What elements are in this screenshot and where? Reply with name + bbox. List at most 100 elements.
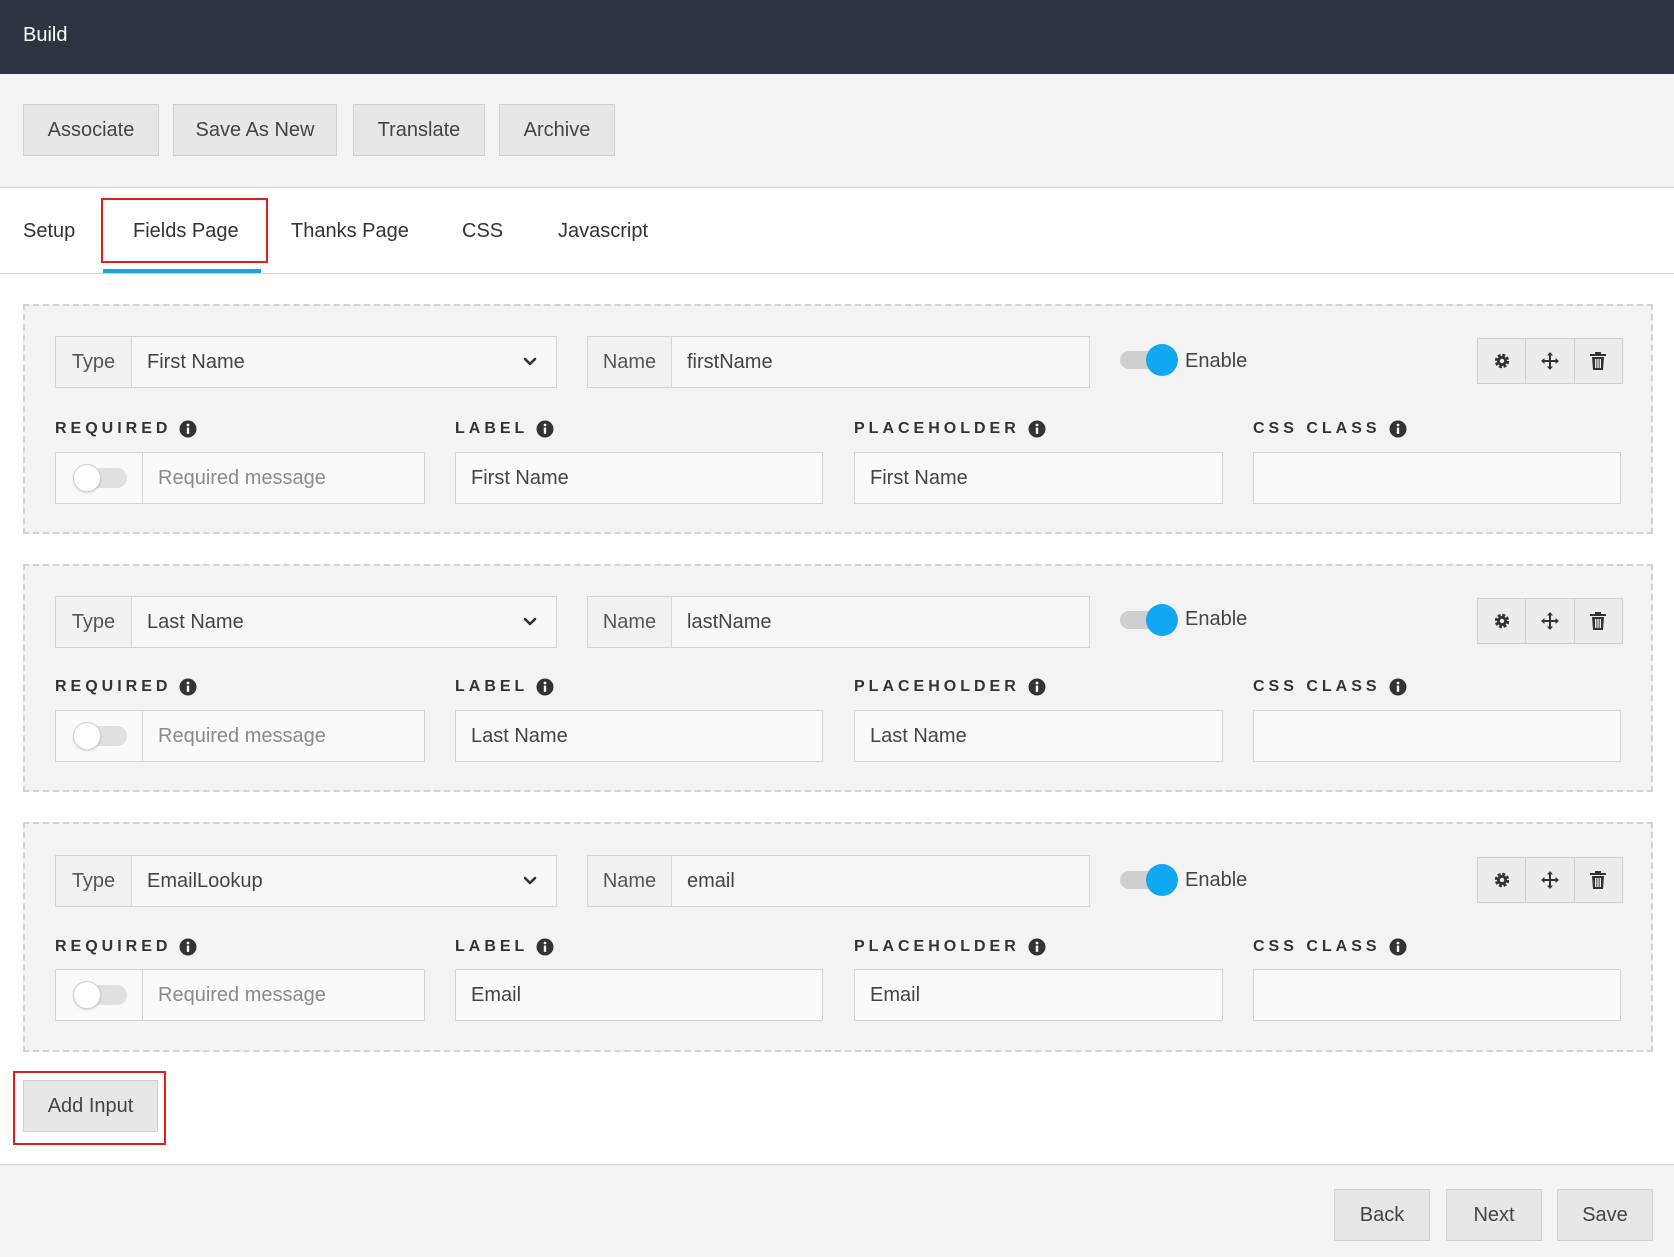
trash-icon[interactable] <box>1575 339 1622 383</box>
tab-bar: Setup Fields Page Thanks Page CSS Javasc… <box>0 188 1674 274</box>
info-icon <box>536 420 554 438</box>
type-select[interactable]: Type EmailLookup <box>55 855 557 907</box>
type-addon-label: Type <box>56 597 132 647</box>
required-group: Required message <box>55 452 425 504</box>
associate-button[interactable]: Associate <box>23 104 159 156</box>
css-class-label: CSS CLASS <box>1253 938 1407 956</box>
tab-thanks-page[interactable]: Thanks Page <box>291 188 409 274</box>
archive-button[interactable]: Archive <box>499 104 615 156</box>
field-actions <box>1477 338 1623 384</box>
css-class-label: CSS CLASS <box>1253 678 1407 696</box>
info-icon <box>536 938 554 956</box>
info-icon <box>1389 938 1407 956</box>
info-icon <box>1028 938 1046 956</box>
type-select-value: Last Name <box>147 610 244 633</box>
name-input[interactable]: lastName <box>672 597 1089 647</box>
chevron-down-icon <box>523 617 537 626</box>
trash-icon[interactable] <box>1575 599 1622 643</box>
translate-button[interactable]: Translate <box>353 104 485 156</box>
name-input-group[interactable]: Name email <box>587 855 1090 907</box>
label-label: LABEL <box>455 678 554 696</box>
css-class-input[interactable] <box>1253 710 1621 762</box>
placeholder-label: PLACEHOLDER <box>854 678 1046 696</box>
placeholder-input[interactable]: Email <box>854 969 1223 1021</box>
field-actions <box>1477 598 1623 644</box>
required-toggle[interactable] <box>56 970 143 1020</box>
type-select-value: EmailLookup <box>147 869 263 892</box>
toolbar: Associate Save As New Translate Archive <box>0 74 1674 188</box>
field-card-email: Type EmailLookup Name email Enable REQUI… <box>23 822 1653 1052</box>
required-message-input[interactable]: Required message <box>143 711 424 761</box>
add-input-button[interactable]: Add Input <box>23 1080 158 1132</box>
placeholder-label: PLACEHOLDER <box>854 938 1046 956</box>
name-input-group[interactable]: Name lastName <box>587 596 1090 648</box>
type-select-value: First Name <box>147 350 245 373</box>
gear-icon[interactable] <box>1478 858 1527 902</box>
gear-icon[interactable] <box>1478 339 1527 383</box>
name-input-group[interactable]: Name firstName <box>587 336 1090 388</box>
info-icon <box>536 678 554 696</box>
required-group: Required message <box>55 969 425 1021</box>
label-label: LABEL <box>455 938 554 956</box>
enable-label: Enable <box>1185 350 1248 372</box>
required-label: REQUIRED <box>55 420 197 438</box>
enable-label: Enable <box>1185 608 1248 630</box>
info-icon <box>179 420 197 438</box>
label-input[interactable]: First Name <box>455 452 823 504</box>
field-card-first-name: Type First Name Name firstName Enable RE… <box>23 304 1653 534</box>
name-addon-label: Name <box>588 597 672 647</box>
required-message-input[interactable]: Required message <box>143 970 424 1020</box>
placeholder-label: PLACEHOLDER <box>854 420 1046 438</box>
enable-toggle[interactable] <box>1120 344 1178 376</box>
back-button[interactable]: Back <box>1334 1189 1430 1241</box>
required-toggle[interactable] <box>56 453 143 503</box>
active-tab-indicator <box>103 269 261 273</box>
gear-icon[interactable] <box>1478 599 1527 643</box>
type-addon-label: Type <box>56 337 132 387</box>
save-button[interactable]: Save <box>1557 1189 1653 1241</box>
css-class-label: CSS CLASS <box>1253 420 1407 438</box>
field-card-last-name: Type Last Name Name lastName Enable REQU… <box>23 564 1653 792</box>
label-input[interactable]: Last Name <box>455 710 823 762</box>
info-icon <box>1028 420 1046 438</box>
tab-css[interactable]: CSS <box>462 188 503 274</box>
app-header: Build <box>0 0 1674 74</box>
info-icon <box>1389 420 1407 438</box>
type-addon-label: Type <box>56 856 132 906</box>
move-arrows-icon[interactable] <box>1526 599 1575 643</box>
tab-fields-page[interactable]: Fields Page <box>133 188 239 274</box>
footer-bar: Back Next Save <box>0 1164 1674 1257</box>
label-input[interactable]: Email <box>455 969 823 1021</box>
css-class-input[interactable] <box>1253 452 1621 504</box>
info-icon <box>1028 678 1046 696</box>
required-label: REQUIRED <box>55 938 197 956</box>
name-addon-label: Name <box>588 856 672 906</box>
tab-setup[interactable]: Setup <box>23 188 75 274</box>
trash-icon[interactable] <box>1575 858 1622 902</box>
next-button[interactable]: Next <box>1446 1189 1542 1241</box>
type-select[interactable]: Type Last Name <box>55 596 557 648</box>
enable-toggle[interactable] <box>1120 604 1178 636</box>
app-title: Build <box>23 24 68 46</box>
name-input[interactable]: email <box>672 856 1089 906</box>
css-class-input[interactable] <box>1253 969 1621 1021</box>
field-actions <box>1477 857 1623 903</box>
enable-toggle[interactable] <box>1120 864 1178 896</box>
chevron-down-icon <box>523 357 537 366</box>
required-message-input[interactable]: Required message <box>143 453 424 503</box>
tab-javascript[interactable]: Javascript <box>558 188 648 274</box>
placeholder-input[interactable]: First Name <box>854 452 1223 504</box>
type-select[interactable]: Type First Name <box>55 336 557 388</box>
move-arrows-icon[interactable] <box>1526 339 1575 383</box>
required-toggle[interactable] <box>56 711 143 761</box>
required-label: REQUIRED <box>55 678 197 696</box>
enable-label: Enable <box>1185 869 1248 891</box>
move-arrows-icon[interactable] <box>1526 858 1575 902</box>
save-as-new-button[interactable]: Save As New <box>173 104 337 156</box>
chevron-down-icon <box>523 876 537 885</box>
name-input[interactable]: firstName <box>672 337 1089 387</box>
name-addon-label: Name <box>588 337 672 387</box>
placeholder-input[interactable]: Last Name <box>854 710 1223 762</box>
label-label: LABEL <box>455 420 554 438</box>
required-group: Required message <box>55 710 425 762</box>
